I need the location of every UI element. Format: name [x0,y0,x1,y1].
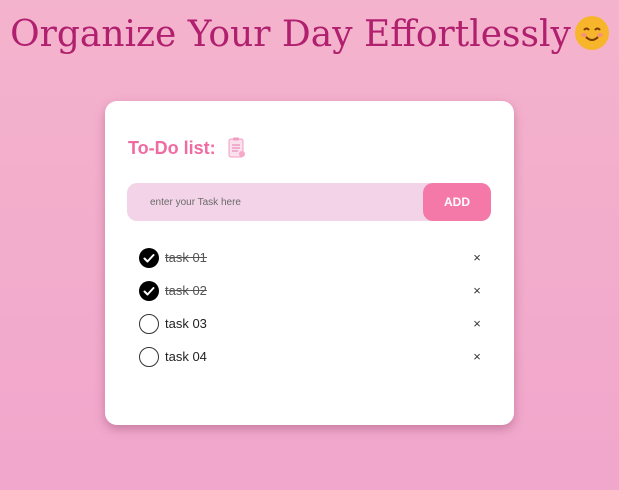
list-item[interactable]: task 01 × [139,246,484,270]
task-entry-row: ADD [127,183,491,221]
clipboard-icon [224,136,248,160]
list-item-label: task 02 [165,283,207,298]
list-item[interactable]: task 04 × [139,345,484,369]
card-title-text: To-Do list: [128,137,216,158]
unchecked-circle-icon[interactable] [139,314,159,334]
close-icon[interactable]: × [470,316,484,331]
checked-circle-icon[interactable] [139,281,159,301]
list-item[interactable]: task 02 × [139,279,484,303]
list-item-label: task 01 [165,250,207,265]
close-icon[interactable]: × [470,250,484,265]
close-icon[interactable]: × [470,283,484,298]
list-item-label: task 04 [165,349,207,364]
page-title-text: Organize Your Day Effortlessly [10,14,571,55]
checked-circle-icon[interactable] [139,248,159,268]
add-button[interactable]: ADD [423,183,491,221]
task-input[interactable] [127,183,417,221]
page-title: Organize Your Day Effortlessly [0,14,619,55]
todo-card: To-Do list: ADD task 01 × task 02 × [105,101,514,425]
list-item[interactable]: task 03 × [139,312,484,336]
list-item-label: task 03 [165,316,207,331]
card-title: To-Do list: [128,136,248,160]
unchecked-circle-icon[interactable] [139,347,159,367]
close-icon[interactable]: × [470,349,484,364]
smiling-face-icon [574,16,609,50]
